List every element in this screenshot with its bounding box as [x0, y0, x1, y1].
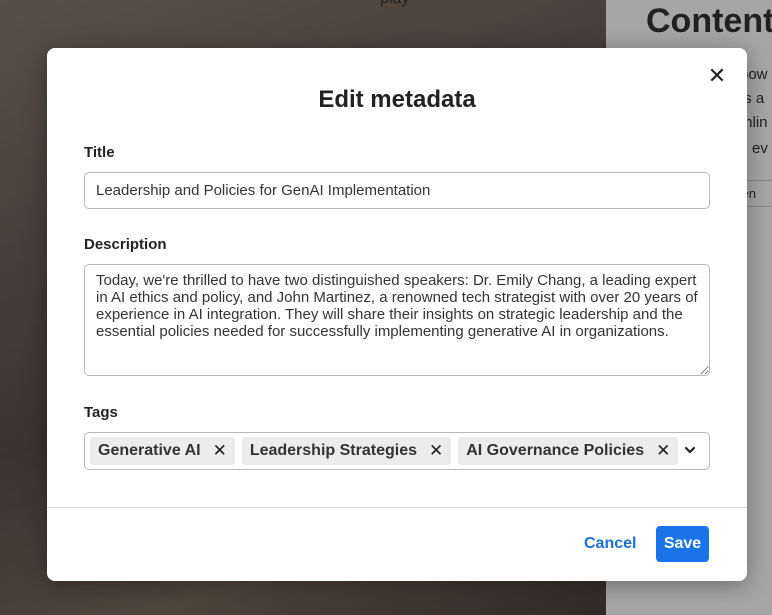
- tag-chip: Generative AI ✕: [90, 437, 235, 465]
- footer-divider: [47, 507, 747, 508]
- tag-label: AI Governance Policies: [466, 442, 645, 459]
- close-icon[interactable]: ✕: [707, 65, 727, 87]
- tag-label: Generative AI: [98, 442, 201, 459]
- tags-label: Tags: [84, 404, 118, 421]
- description-label: Description: [84, 236, 167, 253]
- chevron-down-icon[interactable]: [683, 443, 697, 457]
- tag-label: Leadership Strategies: [249, 442, 417, 459]
- cancel-button[interactable]: Cancel: [574, 526, 646, 562]
- title-label: Title: [84, 144, 115, 161]
- tag-chip: AI Governance Policies ✕: [458, 437, 679, 465]
- description-textarea[interactable]: Today, we're thrilled to have two distin…: [84, 264, 710, 376]
- tag-chip: Leadership Strategies ✕: [241, 437, 452, 465]
- remove-tag-icon[interactable]: ✕: [213, 441, 227, 461]
- dialog-title: Edit metadata: [318, 86, 476, 113]
- tags-select[interactable]: Generative AI ✕ Leadership Strategies ✕ …: [84, 432, 710, 470]
- save-button[interactable]: Save: [656, 526, 709, 562]
- remove-tag-icon[interactable]: ✕: [656, 441, 670, 461]
- edit-metadata-dialog: ✕ Edit metadata Title Description Today,…: [47, 48, 747, 581]
- title-input[interactable]: [84, 172, 710, 209]
- remove-tag-icon[interactable]: ✕: [429, 441, 443, 461]
